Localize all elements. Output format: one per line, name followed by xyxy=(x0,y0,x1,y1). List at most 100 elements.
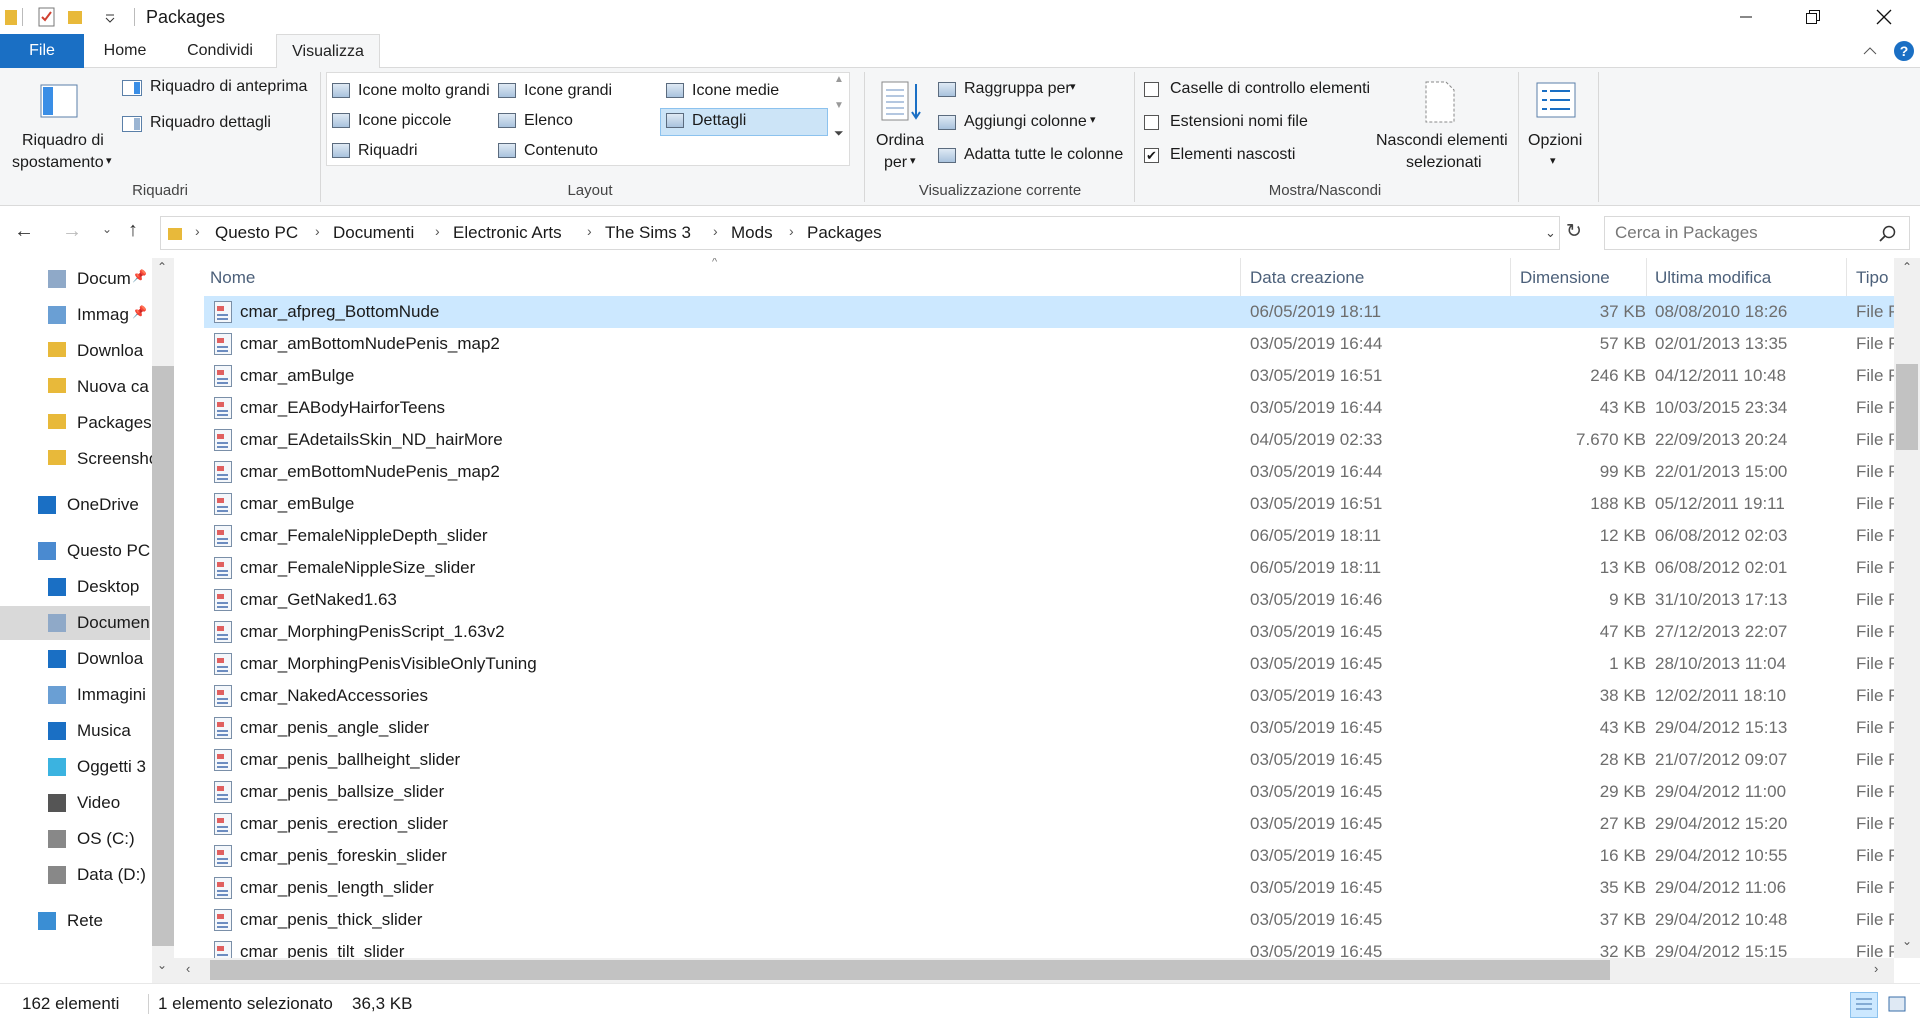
search-icon[interactable] xyxy=(1879,225,1897,243)
breadcrumb-mods[interactable]: Mods xyxy=(731,223,773,243)
column-divider[interactable] xyxy=(1846,258,1847,298)
file-row[interactable]: cmar_amBulge 03/05/2019 16:51 246 KB 04/12/… xyxy=(204,360,1894,392)
hidden-items-toggle[interactable]: ✔ Elementi nascosti xyxy=(1142,144,1372,168)
collapse-ribbon-icon[interactable] xyxy=(1862,44,1878,58)
scrollbar-thumb[interactable] xyxy=(152,366,174,946)
breadcrumb-electronic-arts[interactable]: Electronic Arts xyxy=(453,223,562,243)
large-icons-view-icon[interactable] xyxy=(1884,992,1912,1018)
options-button[interactable]: Opzioni ▾ xyxy=(1524,68,1588,178)
help-icon[interactable]: ? xyxy=(1894,41,1914,61)
add-columns-button[interactable]: Aggiungi colonne ▾ xyxy=(936,111,1116,135)
nav-item[interactable]: Documen xyxy=(0,606,150,640)
file-row[interactable]: cmar_penis_tilt_slider 03/05/2019 16:45 32… xyxy=(204,936,1894,958)
back-arrow-icon[interactable]: ← xyxy=(14,220,44,246)
column-header-modified[interactable]: Ultima modifica xyxy=(1655,268,1771,288)
file-extensions-toggle[interactable]: Estensioni nomi file xyxy=(1142,111,1372,135)
details-pane-button[interactable]: Riquadro dettagli xyxy=(120,110,310,138)
nav-item[interactable]: Data (D:) xyxy=(0,858,150,892)
minimize-button[interactable] xyxy=(1717,0,1775,34)
chevron-right-icon[interactable]: › xyxy=(587,223,592,239)
nav-item[interactable]: Docum 📌 xyxy=(0,262,150,296)
fit-columns-button[interactable]: Adatta tutte le colonne xyxy=(936,144,1126,168)
scrollbar-thumb[interactable] xyxy=(1896,364,1918,450)
up-arrow-icon[interactable]: ↑ xyxy=(128,219,152,245)
nav-item[interactable]: Video xyxy=(0,786,150,820)
navigation-pane-scrollbar[interactable]: ⌃ ⌄ xyxy=(152,258,174,983)
file-row[interactable]: cmar_FemaleNippleDepth_slider 06/05/2019 … xyxy=(204,520,1894,552)
nav-item[interactable]: Musica xyxy=(0,714,150,748)
forward-arrow-icon[interactable]: → xyxy=(62,220,92,246)
search-input[interactable]: Cerca in Packages xyxy=(1615,223,1758,243)
address-bar[interactable]: › Questo PC › Documenti › Electronic Art… xyxy=(160,216,1560,250)
recent-locations-icon[interactable]: ⌄ xyxy=(102,222,118,244)
horizontal-scrollbar[interactable]: ‹ › xyxy=(174,958,1894,983)
file-row[interactable]: cmar_MorphingPenisVisibleOnlyTuning 03/05… xyxy=(204,648,1894,680)
restore-button[interactable] xyxy=(1784,0,1842,34)
tab-file[interactable]: File xyxy=(0,34,84,68)
chevron-right-icon[interactable]: › xyxy=(435,223,440,239)
file-row[interactable]: cmar_penis_thick_slider 03/05/2019 16:45 3… xyxy=(204,904,1894,936)
layout-option-medium[interactable]: Icone medie xyxy=(666,80,826,104)
chevron-right-icon[interactable]: › xyxy=(789,223,794,239)
customize-toolbar-icon[interactable] xyxy=(104,6,116,28)
file-row[interactable]: cmar_penis_angle_slider 03/05/2019 16:45 4… xyxy=(204,712,1894,744)
column-header-type[interactable]: Tipo xyxy=(1856,268,1888,288)
column-divider[interactable] xyxy=(1510,258,1511,298)
file-row[interactable]: cmar_penis_length_slider 03/05/2019 16:45… xyxy=(204,872,1894,904)
column-header-created[interactable]: Data creazione xyxy=(1250,268,1364,288)
search-box[interactable]: Cerca in Packages xyxy=(1604,216,1910,250)
layout-option-content[interactable]: Contenuto xyxy=(498,140,658,164)
nav-item[interactable]: OneDrive xyxy=(0,488,150,522)
new-folder-icon[interactable] xyxy=(66,6,86,28)
breadcrumb-the-sims-3[interactable]: The Sims 3 xyxy=(605,223,691,243)
file-row[interactable]: cmar_MorphingPenisScript_1.63v2 03/05/201… xyxy=(204,616,1894,648)
hide-selected-button[interactable]: Nascondi elementi selezionati xyxy=(1372,68,1512,178)
column-divider[interactable] xyxy=(1646,258,1647,298)
chevron-right-icon[interactable]: › xyxy=(315,223,320,239)
scrollbar-thumb[interactable] xyxy=(210,960,1610,980)
nav-item[interactable]: Packages xyxy=(0,406,152,440)
layout-gallery-scroller[interactable]: ▲ ▼ ⏷ xyxy=(832,74,848,164)
breadcrumb-packages[interactable]: Packages xyxy=(807,223,882,243)
scroll-up-icon[interactable]: ⌃ xyxy=(157,260,167,274)
column-header-size[interactable]: Dimensione xyxy=(1520,268,1610,288)
layout-option-tiles[interactable]: Riquadri xyxy=(332,140,492,164)
column-divider[interactable] xyxy=(1240,258,1241,298)
scroll-right-icon[interactable]: › xyxy=(1874,961,1878,976)
breadcrumb-documenti[interactable]: Documenti xyxy=(333,223,414,243)
file-row[interactable]: cmar_amBottomNudePenis_map2 03/05/2019 16… xyxy=(204,328,1894,360)
file-row[interactable]: cmar_penis_ballheight_slider 03/05/2019 1… xyxy=(204,744,1894,776)
navigation-pane-button[interactable]: Riquadro di spostamento ▾ xyxy=(8,68,112,178)
nav-item[interactable]: Downloa xyxy=(0,334,150,368)
scroll-down-icon[interactable]: ⌄ xyxy=(157,958,167,972)
chevron-right-icon[interactable]: › xyxy=(713,223,718,239)
item-checkboxes-toggle[interactable]: Caselle di controllo elementi xyxy=(1142,78,1372,102)
nav-item[interactable]: OS (C:) xyxy=(0,822,150,856)
file-row[interactable]: cmar_FemaleNippleSize_slider 06/05/2019 1… xyxy=(204,552,1894,584)
nav-item[interactable]: Immagini xyxy=(0,678,150,712)
tab-condividi[interactable]: Condividi xyxy=(172,34,268,68)
sort-by-button[interactable]: Ordina per ▾ xyxy=(870,68,932,178)
address-dropdown-icon[interactable]: ⌄ xyxy=(1545,225,1556,241)
details-view-icon[interactable] xyxy=(1850,992,1878,1018)
file-row[interactable]: cmar_NakedAccessories 03/05/2019 16:43 38 … xyxy=(204,680,1894,712)
column-header-name[interactable]: Nome xyxy=(210,268,255,288)
nav-item[interactable]: Nuova ca xyxy=(0,370,150,404)
file-row[interactable]: cmar_EABodyHairforTeens 03/05/2019 16:44 4… xyxy=(204,392,1894,424)
file-row[interactable]: cmar_penis_ballsize_slider 03/05/2019 16:… xyxy=(204,776,1894,808)
preview-pane-button[interactable]: Riquadro di anteprima xyxy=(120,74,310,102)
nav-item[interactable]: Immag 📌 xyxy=(0,298,150,332)
scroll-left-icon[interactable]: ‹ xyxy=(186,961,190,976)
nav-item[interactable]: Screensho xyxy=(0,442,152,476)
tab-home[interactable]: Home xyxy=(94,34,156,68)
scroll-down-icon[interactable]: ⌄ xyxy=(1902,934,1912,948)
close-button[interactable] xyxy=(1855,0,1913,34)
scroll-up-icon[interactable]: ⌃ xyxy=(1902,260,1912,274)
properties-icon[interactable] xyxy=(36,6,58,28)
nav-item[interactable]: Downloa xyxy=(0,642,150,676)
refresh-icon[interactable]: ↻ xyxy=(1566,220,1592,246)
group-by-button[interactable]: Raggruppa per ▾ xyxy=(936,78,1106,102)
file-row[interactable]: cmar_emBottomNudePenis_map2 03/05/2019 16… xyxy=(204,456,1894,488)
layout-option-large[interactable]: Icone grandi xyxy=(498,80,658,104)
file-row[interactable]: cmar_penis_foreskin_slider 03/05/2019 16:… xyxy=(204,840,1894,872)
